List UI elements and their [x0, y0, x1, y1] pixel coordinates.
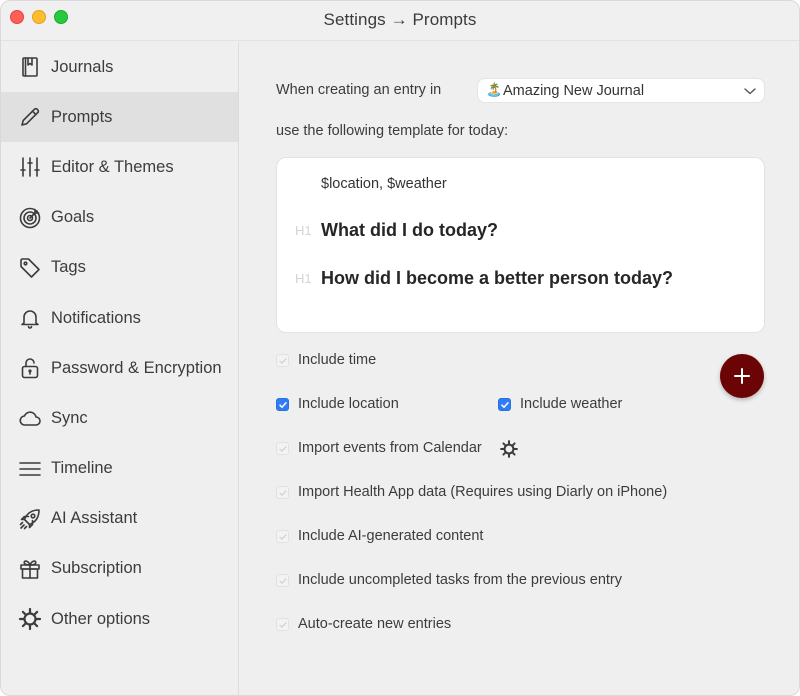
sliders-icon: [18, 155, 42, 179]
sidebar-item-password-encryption[interactable]: Password & Encryption: [1, 343, 238, 393]
checkmark-icon: [501, 401, 509, 408]
sidebar-item-subscription[interactable]: Subscription: [1, 544, 238, 594]
option-label: Include time: [298, 352, 377, 368]
rocket-icon: [18, 507, 42, 531]
option-label: Import events from Calendar: [298, 440, 482, 456]
checkbox[interactable]: [276, 397, 289, 411]
option-label: Include weather: [520, 396, 623, 412]
gear-icon: [18, 607, 42, 631]
sidebar: Journals Prompts Editor & Themes Goals T…: [1, 42, 239, 695]
option-include-ai-content[interactable]: Include AI-generated content: [276, 528, 483, 544]
checkbox[interactable]: [498, 397, 511, 411]
option-label: Include uncompleted tasks from the previ…: [298, 572, 622, 588]
lines-icon: [18, 457, 42, 481]
prompts-panel: When creating an entry in 🏝️ Amazing New…: [240, 42, 799, 695]
sidebar-item-prompts[interactable]: Prompts: [1, 92, 238, 143]
sidebar-item-label: Tags: [51, 258, 86, 277]
window-title: Settings → Prompts: [323, 10, 477, 29]
sidebar-item-editor-themes[interactable]: Editor & Themes: [1, 142, 238, 192]
heading-marker: H1: [295, 271, 312, 286]
sidebar-item-journals[interactable]: Journals: [1, 42, 238, 92]
option-auto-create-entries[interactable]: Auto-create new entries: [276, 616, 451, 632]
calendar-settings-gear-icon[interactable]: [499, 439, 519, 459]
sidebar-item-goals[interactable]: Goals: [1, 193, 238, 243]
option-label: Import Health App data (Requires using D…: [298, 484, 668, 500]
sidebar-item-ai-assistant[interactable]: AI Assistant: [1, 494, 238, 544]
pencil-icon: [18, 105, 42, 129]
checkmark-icon: [279, 621, 287, 628]
gift-icon: [18, 557, 42, 581]
sidebar-item-label: Editor & Themes: [51, 157, 174, 176]
heading-marker: H1: [295, 223, 312, 238]
sidebar-item-label: Notifications: [51, 308, 141, 327]
template-editor[interactable]: $location, $weather H1 What did I do tod…: [276, 157, 765, 333]
checkmark-icon: [279, 533, 287, 540]
bell-icon: [18, 306, 42, 330]
sidebar-item-label: Subscription: [51, 559, 142, 578]
island-emoji-icon: 🏝️: [486, 82, 503, 97]
option-include-weather[interactable]: Include weather: [498, 396, 622, 412]
plus-icon: [734, 368, 750, 384]
lock-icon: [18, 356, 42, 380]
sidebar-item-label: Prompts: [51, 107, 113, 126]
sidebar-item-label: Journals: [51, 57, 114, 76]
sidebar-item-label: Goals: [51, 208, 95, 227]
template-heading: What did I do today?: [321, 220, 498, 240]
when-creating-label: When creating an entry in: [276, 82, 442, 98]
checkbox[interactable]: [276, 529, 289, 543]
add-prompt-button[interactable]: [720, 354, 764, 398]
sidebar-item-other-options[interactable]: Other options: [1, 594, 238, 644]
chevron-down-icon: [744, 88, 756, 95]
settings-window: Settings → Prompts Journals Prompts Edit…: [0, 0, 800, 696]
target-icon: [18, 206, 42, 230]
option-import-calendar[interactable]: Import events from Calendar: [276, 440, 482, 456]
checkbox[interactable]: [276, 573, 289, 587]
template-meta-line: $location, $weather: [321, 176, 447, 192]
sidebar-item-sync[interactable]: Sync: [1, 393, 238, 443]
sidebar-item-label: Sync: [51, 408, 88, 427]
journal-select[interactable]: 🏝️ Amazing New Journal: [477, 78, 765, 103]
sidebar-item-label: Password & Encryption: [51, 358, 222, 377]
checkmark-icon: [279, 577, 287, 584]
option-label: Auto-create new entries: [298, 616, 452, 632]
option-include-uncompleted-tasks[interactable]: Include uncompleted tasks from the previ…: [276, 572, 622, 588]
sidebar-item-label: Other options: [51, 609, 151, 628]
checkbox[interactable]: [276, 353, 289, 367]
template-heading: How did I become a better person today?: [321, 268, 674, 288]
checkmark-icon: [279, 445, 287, 452]
journal-select-value: Amazing New Journal: [503, 83, 645, 99]
checkbox[interactable]: [276, 485, 289, 499]
tag-icon: [18, 256, 42, 280]
sidebar-item-label: Timeline: [51, 459, 113, 478]
option-label: Include location: [298, 396, 399, 412]
option-include-time[interactable]: Include time: [276, 352, 376, 368]
journal-icon: [18, 55, 42, 79]
template-label: use the following template for today:: [276, 123, 509, 139]
option-include-location[interactable]: Include location: [276, 396, 399, 412]
checkmark-icon: [279, 401, 287, 408]
title-bar: Settings → Prompts: [1, 1, 799, 41]
option-import-health[interactable]: Import Health App data (Requires using D…: [276, 484, 667, 500]
cloud-icon: [18, 406, 42, 430]
option-label: Include AI-generated content: [298, 528, 484, 544]
sidebar-item-timeline[interactable]: Timeline: [1, 444, 238, 494]
checkmark-icon: [279, 357, 287, 364]
checkbox[interactable]: [276, 617, 289, 631]
sidebar-item-label: AI Assistant: [51, 509, 138, 528]
sidebar-item-tags[interactable]: Tags: [1, 243, 238, 293]
checkbox[interactable]: [276, 441, 289, 455]
checkmark-icon: [279, 489, 287, 496]
sidebar-item-notifications[interactable]: Notifications: [1, 293, 238, 343]
